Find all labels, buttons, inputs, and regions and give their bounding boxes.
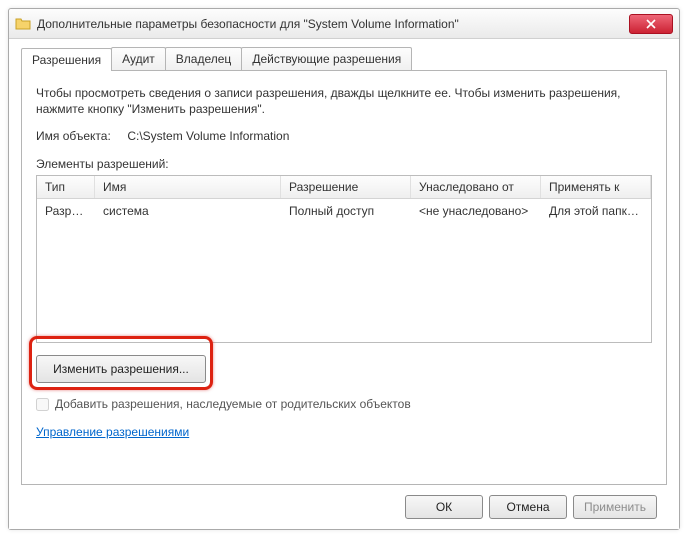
table-row[interactable]: Разреш... система Полный доступ <не унас… [37,199,651,223]
col-name[interactable]: Имя [95,176,281,198]
tab-audit[interactable]: Аудит [111,47,166,70]
inherit-checkbox-row[interactable]: Добавить разрешения, наследуемые от роди… [36,397,652,411]
cancel-button[interactable]: Отмена [489,495,567,519]
window-title: Дополнительные параметры безопасности дл… [37,17,629,31]
tab-permissions[interactable]: Разрешения [21,48,112,71]
cell-permission: Полный доступ [281,202,411,220]
apply-button[interactable]: Применить [573,495,657,519]
col-type[interactable]: Тип [37,176,95,198]
dialog-buttons: ОК Отмена Применить [21,485,667,519]
cell-name: система [95,202,281,220]
ok-button[interactable]: ОК [405,495,483,519]
permission-elements-label: Элементы разрешений: [36,157,652,171]
change-permissions-button[interactable]: Изменить разрешения... [36,355,206,383]
object-name-value: C:\System Volume Information [127,129,289,143]
folder-icon [15,16,31,32]
tab-effective[interactable]: Действующие разрешения [241,47,412,70]
permissions-grid[interactable]: Тип Имя Разрешение Унаследовано от Приме… [36,175,652,343]
inherit-checkbox[interactable] [36,398,49,411]
tab-owner[interactable]: Владелец [165,47,243,70]
title-bar: Дополнительные параметры безопасности дл… [9,9,679,39]
info-text: Чтобы просмотреть сведения о записи разр… [36,85,652,117]
grid-header: Тип Имя Разрешение Унаследовано от Приме… [37,176,651,199]
cell-type: Разреш... [37,202,95,220]
cell-inherited: <не унаследовано> [411,202,541,220]
client-area: Разрешения Аудит Владелец Действующие ра… [9,39,679,529]
close-button[interactable] [629,14,673,34]
dialog-window: Дополнительные параметры безопасности дл… [8,8,680,530]
tab-strip: Разрешения Аудит Владелец Действующие ра… [21,47,667,70]
tab-panel-permissions: Чтобы просмотреть сведения о записи разр… [21,70,667,485]
inherit-checkbox-label: Добавить разрешения, наследуемые от роди… [55,397,411,411]
object-name-row: Имя объекта: C:\System Volume Informatio… [36,129,652,143]
col-inherited[interactable]: Унаследовано от [411,176,541,198]
manage-permissions-link[interactable]: Управление разрешениями [36,425,189,439]
col-permission[interactable]: Разрешение [281,176,411,198]
col-apply[interactable]: Применять к [541,176,651,198]
object-name-label: Имя объекта: [36,129,124,143]
cell-apply: Для этой папки, ее под... [541,202,651,220]
